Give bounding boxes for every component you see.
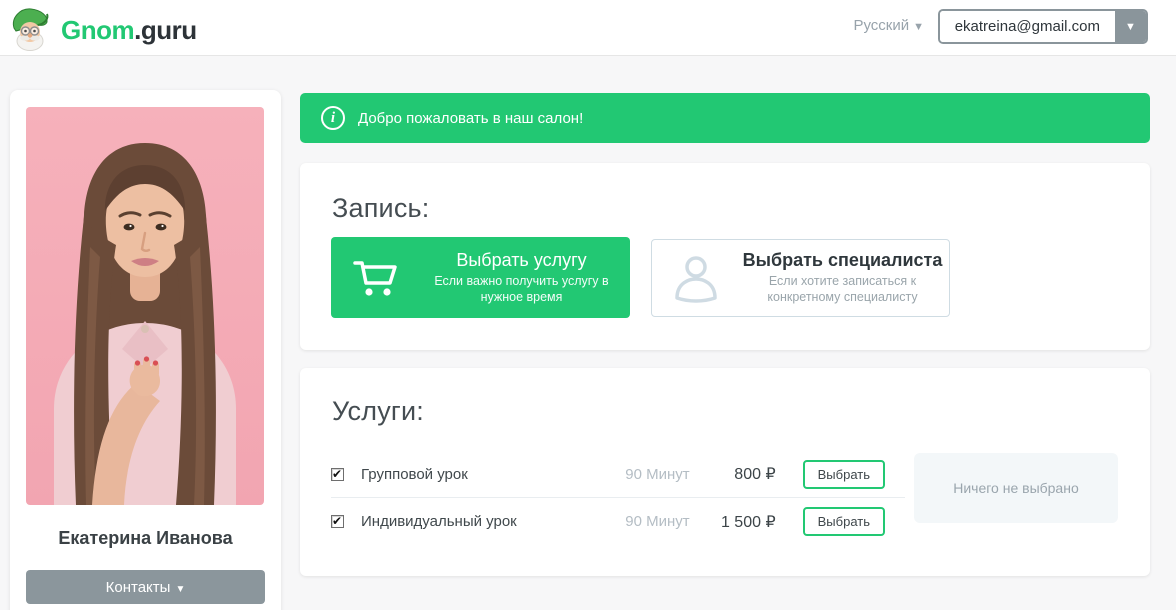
choose-specialist-title: Выбрать специалиста — [740, 250, 945, 271]
service-label: Индивидуальный урок — [361, 513, 517, 530]
gnome-logo-icon — [8, 5, 52, 56]
selection-summary: Ничего не выбрано — [914, 453, 1118, 523]
booking-card: Запись: Выбрать услугу Если важно получи… — [300, 163, 1150, 350]
brand-name-dark: .guru — [134, 15, 197, 45]
contacts-button[interactable]: Контакты ▼ — [26, 570, 265, 604]
chevron-down-icon: ▼ — [1125, 21, 1136, 33]
service-row: Групповой урок 90 Минут 800 ₽ Выбрать — [331, 451, 905, 498]
choose-service-button[interactable]: Выбрать услугу Если важно получить услуг… — [331, 237, 630, 318]
account-email: ekatreina@gmail.com — [940, 11, 1115, 42]
account-selector[interactable]: ekatreina@gmail.com ▼ — [938, 9, 1148, 44]
service-row: Индивидуальный урок 90 Минут 1 500 ₽ Выб… — [331, 498, 905, 545]
profile-photo — [26, 107, 264, 505]
profile-name: Екатерина Иванова — [10, 528, 281, 549]
profile-card: Екатерина Иванова Контакты ▼ — [10, 90, 281, 610]
services-list: Групповой урок 90 Минут 800 ₽ Выбрать Ин… — [331, 451, 905, 545]
brand-name: Gnom.guru — [61, 15, 197, 46]
header: Gnom.guru Русский ▼ ekatreina@gmail.com ▼ — [0, 0, 1176, 56]
choose-specialist-subtitle: Если хотите записаться к конкретному спе… — [740, 274, 945, 305]
person-icon — [652, 252, 740, 304]
service-pick-button[interactable]: Выбрать — [803, 460, 885, 489]
welcome-banner-text: Добро пожаловать в наш салон! — [358, 110, 583, 127]
choose-service-title: Выбрать услугу — [419, 250, 624, 271]
choose-specialist-button[interactable]: Выбрать специалиста Если хотите записать… — [651, 239, 950, 317]
contacts-button-label: Контакты — [106, 579, 171, 596]
cart-icon — [331, 257, 419, 299]
info-icon: i — [321, 106, 345, 130]
chevron-down-icon: ▼ — [175, 584, 185, 595]
choose-service-subtitle: Если важно получить услугу в нужное врем… — [419, 274, 624, 305]
service-price: 800 ₽ — [712, 464, 776, 484]
language-label: Русский — [853, 17, 909, 34]
brand-name-green: Gnom — [61, 15, 134, 45]
welcome-banner: i Добро пожаловать в наш салон! — [300, 93, 1150, 143]
language-selector[interactable]: Русский ▼ — [853, 17, 924, 34]
services-card: Услуги: Групповой урок 90 Минут 800 ₽ Вы… — [300, 368, 1150, 576]
service-pick-button[interactable]: Выбрать — [803, 507, 885, 536]
service-duration: 90 Минут — [606, 466, 690, 483]
service-checkbox[interactable] — [331, 515, 344, 528]
service-checkbox[interactable] — [331, 468, 344, 481]
booking-title: Запись: — [332, 193, 430, 224]
service-duration: 90 Минут — [606, 513, 690, 530]
selection-summary-text: Ничего не выбрано — [953, 480, 1079, 496]
service-price: 1 500 ₽ — [712, 512, 776, 532]
service-label: Групповой урок — [361, 466, 468, 483]
chevron-down-icon: ▼ — [913, 21, 924, 33]
services-title: Услуги: — [332, 396, 424, 427]
account-dropdown-button[interactable]: ▼ — [1115, 11, 1146, 42]
brand-logo[interactable]: Gnom.guru — [8, 5, 197, 56]
page: Gnom.guru Русский ▼ ekatreina@gmail.com ▼ — [0, 0, 1176, 610]
